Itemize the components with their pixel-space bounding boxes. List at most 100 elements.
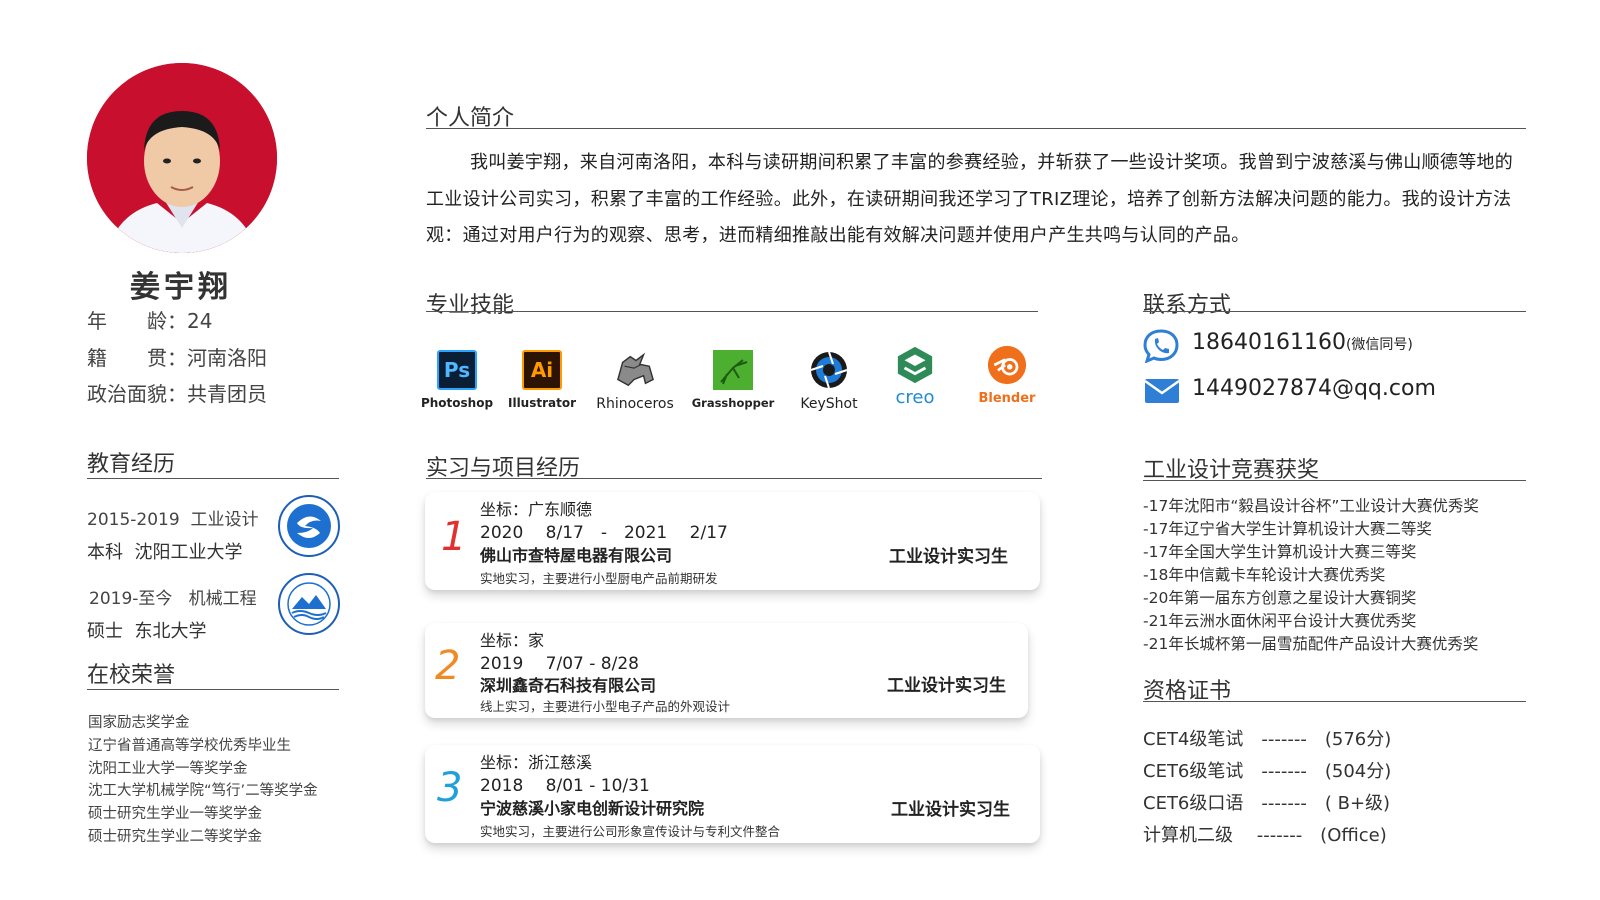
edu-2-major: 机械工程 bbox=[188, 589, 257, 609]
skill-rhinoceros: Rhinoceros bbox=[593, 350, 677, 412]
skill-label: Rhinoceros bbox=[596, 396, 674, 412]
experience-divider bbox=[426, 478, 1042, 479]
experience-role: 工业设计实习生 bbox=[887, 676, 1006, 696]
edu-1-period-major: 2015-2019 工业设计 bbox=[87, 505, 258, 530]
honor-item: 辽宁省普通高等学校优秀毕业生 bbox=[88, 738, 291, 754]
honor-item: 国家励志奖学金 bbox=[88, 715, 190, 731]
hometown-label: 籍 贯： bbox=[87, 346, 187, 370]
experience-description: 实地实习，主要进行公司形象宣传设计与专利文件整合 bbox=[480, 824, 781, 839]
phone-number[interactable]: 18640161160(微信同号) bbox=[1192, 330, 1413, 355]
creo-icon bbox=[895, 345, 935, 385]
skill-label: creo bbox=[895, 387, 935, 408]
edu-2-period-major: 2019-至今 机械工程 bbox=[89, 584, 257, 609]
awards-divider bbox=[1143, 480, 1526, 481]
experience-description: 线上实习，主要进行小型电子产品的外观设计 bbox=[480, 699, 731, 714]
blender-icon bbox=[987, 345, 1027, 385]
skill-illustrator: Ai Illustrator bbox=[500, 350, 584, 410]
experience-role: 工业设计实习生 bbox=[889, 547, 1008, 567]
skill-creo: creo bbox=[873, 345, 957, 408]
award-item: -20年第一届东方创意之星设计大赛铜奖 bbox=[1143, 589, 1417, 607]
experience-number: 1 bbox=[441, 514, 467, 560]
experience-card-2: 2 坐标：家 2019 7/07 - 8/28 深圳鑫奇石科技有限公司 线上实习… bbox=[425, 623, 1028, 718]
contact-divider bbox=[1143, 311, 1526, 312]
experience-number: 2 bbox=[435, 643, 461, 689]
politics-label: 政治面貌： bbox=[87, 382, 187, 406]
edu-1-school: 沈阳工业大学 bbox=[134, 542, 243, 563]
experience-card-3: 3 坐标：浙江慈溪 2018 8/01 - 10/31 宁波慈溪小家电创新设计研… bbox=[425, 745, 1040, 843]
skill-label: Grasshopper bbox=[691, 396, 775, 410]
hometown-value: 河南洛阳 bbox=[187, 346, 267, 370]
experience-card-1: 1 坐标：广东顺德 2020 8/17 - 2021 2/17 佛山市查特屋电器… bbox=[425, 492, 1040, 590]
person-name: 姜宇翔 bbox=[130, 270, 232, 305]
honor-item: 沈阳工业大学一等奖学金 bbox=[88, 761, 248, 777]
skill-label: Blender bbox=[978, 391, 1036, 406]
edu-2-school: 东北大学 bbox=[134, 621, 207, 642]
award-item: -17年全国大学生计算机设计大赛三等奖 bbox=[1143, 543, 1417, 561]
hometown-row: 籍 贯：河南洛阳 bbox=[87, 342, 267, 371]
edu-2-period: 2019-至今 bbox=[89, 589, 173, 609]
experience-dates: 2020 8/17 - 2021 2/17 bbox=[480, 523, 728, 543]
honor-item: 沈工大学机械学院“笃行’二等奖学金 bbox=[88, 783, 318, 799]
email-icon bbox=[1144, 378, 1180, 408]
edu-1-period: 2015-2019 bbox=[87, 510, 180, 530]
award-item: -21年长城杯第一届雪茄配件产品设计大赛优秀奖 bbox=[1143, 635, 1479, 653]
illustrator-icon: Ai bbox=[522, 350, 562, 390]
cert-item: CET4级笔试 ------- (576分) bbox=[1143, 729, 1392, 750]
certs-divider bbox=[1143, 701, 1526, 702]
award-item: -17年沈阳市“毅昌设计谷杯”工业设计大赛优秀奖 bbox=[1143, 497, 1479, 515]
experience-location: 坐标：广东顺德 bbox=[480, 500, 593, 519]
award-item: -18年中信戴卡车轮设计大赛优秀奖 bbox=[1143, 566, 1386, 584]
phone-note: (微信同号) bbox=[1345, 337, 1413, 353]
honors-divider bbox=[87, 689, 339, 690]
intro-paragraph: 我叫姜宇翔，来自河南洛阳，本科与读研期间积累了丰富的参赛经验，并斩获了一些设计奖… bbox=[426, 152, 1514, 246]
edu-1-major: 工业设计 bbox=[190, 510, 259, 530]
person-portrait-icon bbox=[87, 63, 277, 253]
sut-logo-icon bbox=[278, 495, 340, 557]
politics-row: 政治面貌：共青团员 bbox=[87, 378, 267, 407]
email-address[interactable]: 1449027874@qq.com bbox=[1192, 376, 1436, 401]
phone-icon bbox=[1143, 329, 1179, 367]
experience-dates: 2018 8/01 - 10/31 bbox=[480, 776, 650, 796]
cert-item: CET6级口语 ------- ( B+级) bbox=[1143, 793, 1391, 814]
keyshot-icon bbox=[809, 350, 849, 390]
experience-company: 深圳鑫奇石科技有限公司 bbox=[480, 676, 657, 695]
age-value: 24 bbox=[187, 309, 213, 333]
skill-label: KeyShot bbox=[800, 396, 858, 412]
skill-keyshot: KeyShot bbox=[787, 350, 871, 412]
experience-company: 佛山市查特屋电器有限公司 bbox=[480, 546, 673, 565]
award-item: -21年云洲水面休闲平台设计大赛优秀奖 bbox=[1143, 612, 1417, 630]
education-divider bbox=[87, 478, 339, 479]
edu-2-degree: 硕士 bbox=[87, 621, 123, 642]
experience-role: 工业设计实习生 bbox=[891, 800, 1010, 820]
cert-item: CET6级笔试 ------- (504分) bbox=[1143, 761, 1392, 782]
contact-title: 联系方式 bbox=[1143, 293, 1232, 318]
profile-photo bbox=[87, 63, 277, 253]
honor-item: 硕士研究生学业一等奖学金 bbox=[88, 806, 262, 822]
award-item: -17年辽宁省大学生计算机设计大赛二等奖 bbox=[1143, 520, 1432, 538]
experience-company: 宁波慈溪小家电创新设计研究院 bbox=[480, 799, 705, 818]
skill-blender: Blender bbox=[965, 345, 1049, 406]
grasshopper-icon bbox=[713, 350, 753, 390]
age-label: 年 龄： bbox=[87, 309, 187, 333]
skills-title: 专业技能 bbox=[426, 293, 515, 318]
intro-divider bbox=[426, 128, 1526, 129]
edu-1-degree-school: 本科 沈阳工业大学 bbox=[87, 538, 242, 564]
honor-item: 硕士研究生学业二等奖学金 bbox=[88, 829, 262, 845]
phone-value: 18640161160 bbox=[1192, 330, 1346, 355]
politics-value: 共青团员 bbox=[187, 382, 267, 406]
experience-description: 实地实习，主要进行小型厨电产品前期研发 bbox=[480, 571, 718, 586]
skill-label: Illustrator bbox=[507, 396, 577, 410]
age-row: 年 龄：24 bbox=[87, 305, 212, 334]
skill-photoshop: Ps Photoshop bbox=[415, 350, 499, 410]
experience-location: 坐标：家 bbox=[480, 631, 545, 650]
edu-2-degree-school: 硕士 东北大学 bbox=[87, 617, 206, 643]
neu-logo-icon bbox=[278, 573, 340, 635]
cert-item: 计算机二级 ------- (Office) bbox=[1143, 825, 1387, 846]
honors-title: 在校荣誉 bbox=[87, 663, 176, 688]
skill-grasshopper: Grasshopper bbox=[691, 350, 775, 410]
education-title: 教育经历 bbox=[87, 452, 176, 477]
experience-location: 坐标：浙江慈溪 bbox=[480, 753, 593, 772]
skills-divider bbox=[426, 311, 1038, 312]
photoshop-icon: Ps bbox=[437, 350, 477, 390]
skill-label: Photoshop bbox=[420, 396, 494, 410]
